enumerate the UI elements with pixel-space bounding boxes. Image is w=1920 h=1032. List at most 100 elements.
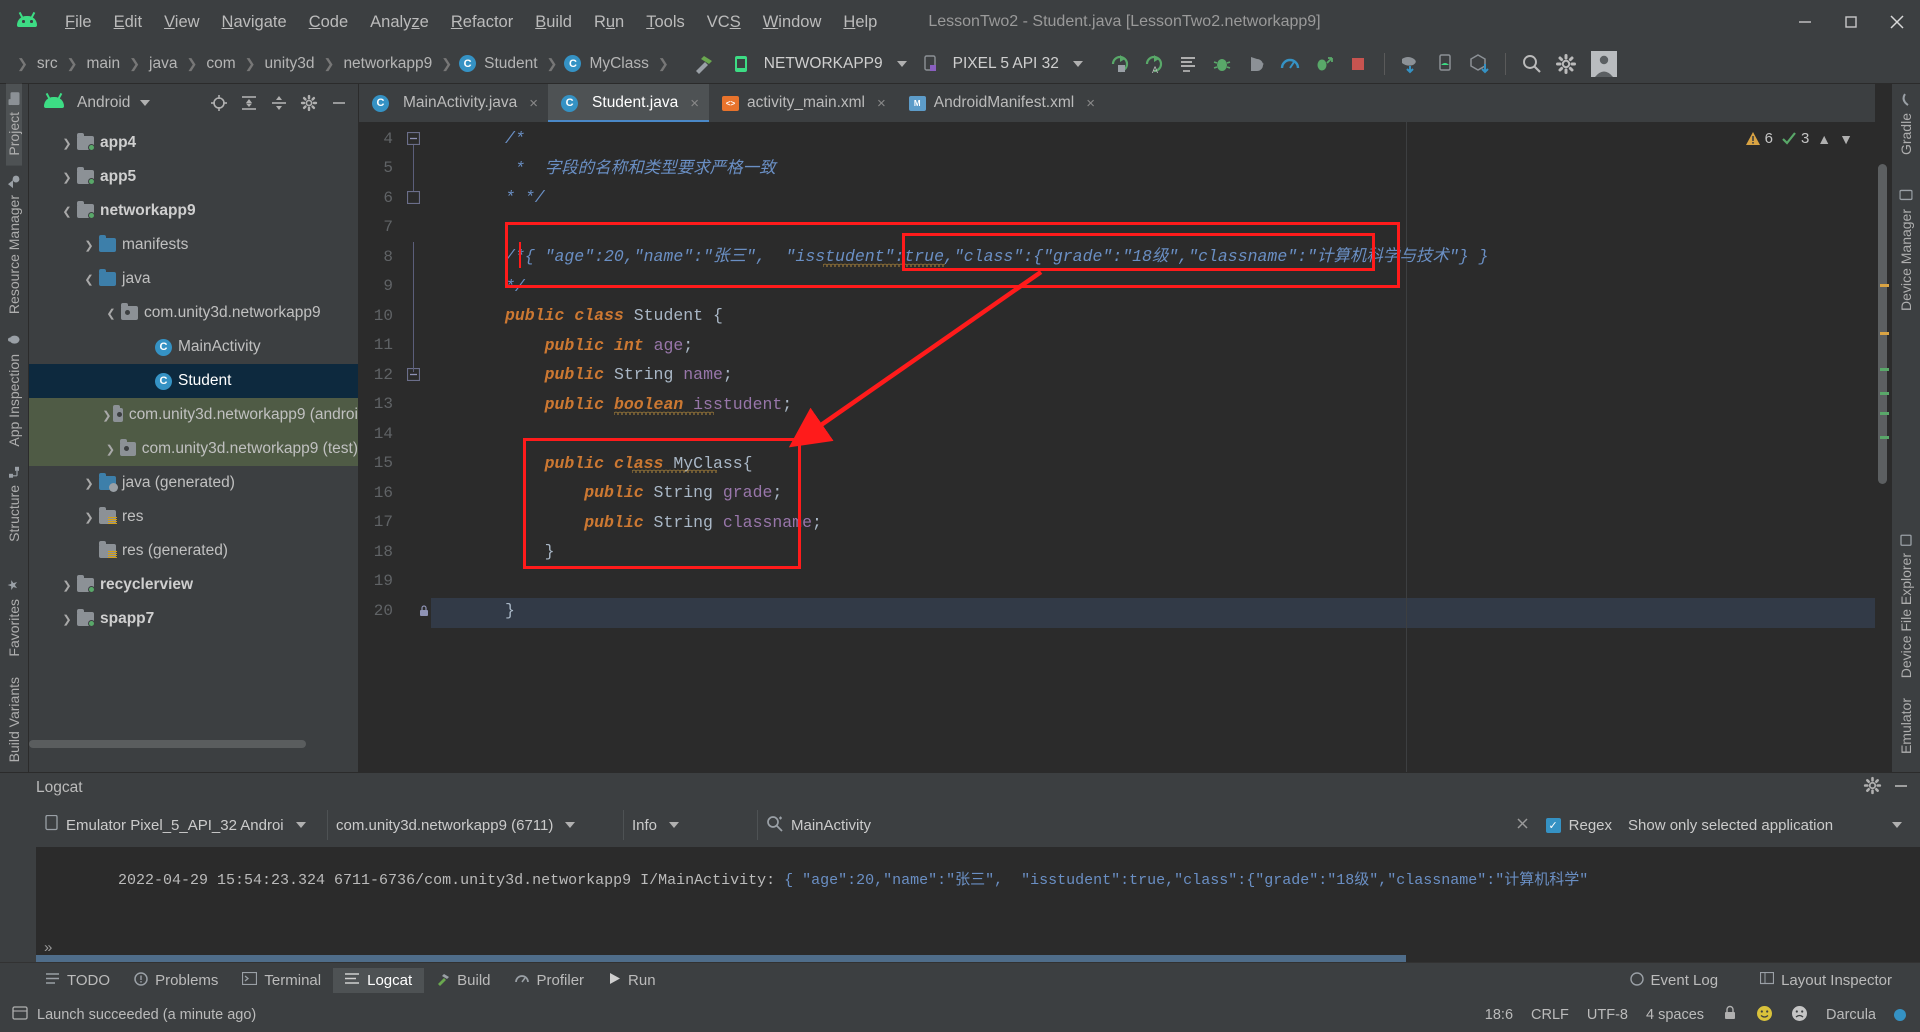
logcat-horizontal-scrollbar[interactable] <box>36 955 1920 962</box>
fold-marker-open[interactable] <box>406 367 421 382</box>
rail-tab-structure[interactable]: Structure <box>6 456 22 552</box>
menu-window[interactable]: Window <box>752 9 833 36</box>
tree-item-student[interactable]: ❯ C Student <box>29 364 358 398</box>
error-stripe-mark[interactable] <box>1880 368 1889 371</box>
chevron-right-icon[interactable]: ❯ <box>57 171 77 184</box>
line-separator[interactable]: CRLF <box>1531 1007 1569 1023</box>
logcat-search-field[interactable]: MainActivity <box>758 810 1538 840</box>
chevron-down-icon[interactable]: ❮ <box>57 205 77 218</box>
bottom-tab-problems[interactable]: Problems <box>122 968 230 994</box>
rail-tab-build-variants[interactable]: Build Variants <box>6 667 22 772</box>
tree-item-networkapp9[interactable]: ❮ networkapp9 <box>29 194 358 228</box>
chevron-right-icon[interactable]: ❯ <box>79 477 99 490</box>
bottom-tab-event-log[interactable]: Event Log <box>1618 968 1731 994</box>
hide-panel-icon[interactable] <box>1892 777 1910 800</box>
editor-tab-androidmanifest-xml[interactable]: M AndroidManifest.xml × <box>896 84 1105 122</box>
avatar-icon[interactable] <box>1589 49 1619 79</box>
maximize-icon[interactable] <box>1828 0 1874 44</box>
project-tree[interactable]: ❯ app4 ❯ app5 ❮ networkapp9 ❯ manifests … <box>29 122 358 772</box>
close-icon[interactable] <box>1874 0 1920 44</box>
rail-tab-resource-manager[interactable]: Resource Manager <box>6 166 22 324</box>
rail-tab-gradle[interactable]: Gradle <box>1898 84 1914 165</box>
error-stripe-mark[interactable] <box>1880 284 1889 287</box>
bottom-tab-terminal[interactable]: Terminal <box>230 968 333 993</box>
menu-analyze[interactable]: Analyze <box>359 9 440 36</box>
chevron-right-icon[interactable]: ❯ <box>79 239 99 252</box>
bottom-tab-todo[interactable]: TODO <box>34 968 122 993</box>
close-icon[interactable]: × <box>690 95 699 112</box>
lock-icon[interactable] <box>1722 1005 1738 1025</box>
menu-edit[interactable]: Edit <box>103 9 153 36</box>
logcat-scroll-thumb[interactable] <box>36 955 1406 962</box>
indent-setting[interactable]: 4 spaces <box>1646 1007 1704 1023</box>
menu-tools[interactable]: Tools <box>635 9 696 36</box>
tree-item-res-generated[interactable]: ❯ res (generated) <box>29 534 358 568</box>
error-stripe-mark[interactable] <box>1880 332 1889 335</box>
theme-label[interactable]: Darcula <box>1826 1007 1876 1023</box>
menu-code[interactable]: Code <box>298 9 359 36</box>
bottom-tab-layout-inspector[interactable]: Layout Inspector <box>1748 968 1904 994</box>
error-stripe-mark[interactable] <box>1880 392 1889 395</box>
device-manager-icon[interactable] <box>1430 49 1460 79</box>
chevron-right-icon[interactable]: ❯ <box>79 511 99 524</box>
tree-item-spapp7[interactable]: ❯ spapp7 <box>29 602 358 636</box>
bottom-tab-logcat[interactable]: Logcat <box>333 968 425 993</box>
run-configuration-selector[interactable]: NETWORKAPP9 <box>758 52 913 76</box>
happy-face-icon[interactable] <box>1756 1005 1773 1026</box>
minimize-icon[interactable] <box>1782 0 1828 44</box>
logcat-output[interactable]: 2022-04-29 15:54:23.324 6711-6736/com.un… <box>36 847 1920 962</box>
editor-tab-student[interactable]: C Student.java × <box>548 84 709 122</box>
settings-icon[interactable] <box>1863 776 1882 800</box>
breadcrumb-item-unity3d[interactable]: unity3d <box>263 54 317 74</box>
sad-face-icon[interactable] <box>1791 1005 1808 1026</box>
code-text[interactable]: /* * 字段的名称和类型要求严格一致 * */ /*{ "age":20,"n… <box>431 122 1875 772</box>
tree-item-java[interactable]: ❮ java <box>29 262 358 296</box>
rail-tab-project[interactable]: Project <box>6 84 22 166</box>
fold-marker-open[interactable] <box>406 131 421 146</box>
logcat-process-selector[interactable]: com.unity3d.networkapp9 (6711) <box>328 810 624 840</box>
hide-panel-icon[interactable] <box>326 90 352 116</box>
warning-count[interactable]: 6 <box>1745 130 1773 147</box>
menu-help[interactable]: Help <box>832 9 888 36</box>
breadcrumb-item-myclass[interactable]: MyClass <box>587 54 650 74</box>
logcat-device-selector[interactable]: Emulator Pixel_5_API_32 Androi <box>36 810 328 840</box>
tree-item-app4[interactable]: ❯ app4 <box>29 126 358 160</box>
sdk-manager-icon[interactable] <box>1464 49 1494 79</box>
rail-tab-favorites[interactable]: Favorites ★ <box>6 567 22 667</box>
expand-all-icon[interactable] <box>236 90 262 116</box>
profiler-icon[interactable] <box>1275 49 1305 79</box>
stop-icon[interactable] <box>1343 49 1373 79</box>
device-selector[interactable]: PIXEL 5 API 32 <box>947 52 1089 76</box>
rail-tab-device-file-explorer[interactable]: Device File Explorer <box>1898 524 1914 688</box>
settings-icon[interactable] <box>296 90 322 116</box>
tree-item-recyclerview[interactable]: ❯ recyclerview <box>29 568 358 602</box>
close-icon[interactable]: × <box>1086 95 1095 112</box>
breadcrumb-item-networkapp9[interactable]: networkapp9 <box>341 54 434 74</box>
clear-search-icon[interactable] <box>1515 816 1530 835</box>
tree-item-package-androidtest[interactable]: ❯ com.unity3d.networkapp9 (androi <box>29 398 358 432</box>
avd-manager-icon[interactable] <box>1396 49 1426 79</box>
close-icon[interactable]: × <box>877 95 886 112</box>
caret-position[interactable]: 18:6 <box>1485 1007 1513 1023</box>
bottom-tab-build[interactable]: Build <box>424 968 502 994</box>
project-horizontal-scrollbar[interactable] <box>29 740 306 748</box>
next-problem-icon[interactable]: ▼ <box>1839 131 1853 147</box>
tree-item-manifests[interactable]: ❯ manifests <box>29 228 358 262</box>
settings-icon[interactable] <box>1551 49 1581 79</box>
rail-tab-app-inspection[interactable]: App Inspection <box>6 324 22 457</box>
logcat-level-selector[interactable]: Info <box>624 810 758 840</box>
tree-item-java-generated[interactable]: ❯ java (generated) <box>29 466 358 500</box>
menu-build[interactable]: Build <box>524 9 583 36</box>
tree-item-package-test[interactable]: ❯ com.unity3d.networkapp9 (test) <box>29 432 358 466</box>
step-over-icon[interactable] <box>1241 49 1271 79</box>
chevron-right-icon[interactable]: ❯ <box>101 443 120 456</box>
breadcrumb-item-java[interactable]: java <box>147 54 179 74</box>
project-view-selector[interactable]: Android <box>41 92 151 113</box>
chevron-down-icon[interactable]: ❮ <box>79 273 99 286</box>
error-stripe-mark[interactable] <box>1880 436 1889 439</box>
logcat-scope-selector[interactable]: Show only selected application <box>1620 810 1910 840</box>
close-icon[interactable]: × <box>529 95 538 112</box>
menu-view[interactable]: View <box>153 9 210 36</box>
rail-tab-device-manager[interactable]: Device Manager <box>1898 179 1914 321</box>
search-everywhere-icon[interactable] <box>1517 49 1547 79</box>
